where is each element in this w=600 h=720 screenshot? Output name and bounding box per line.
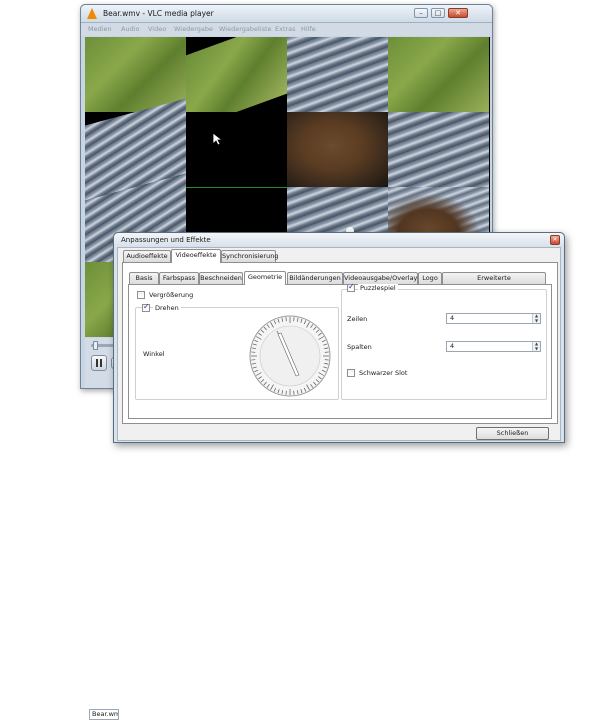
rows-label: Zeilen	[347, 315, 367, 323]
angle-label: Winkel	[143, 350, 165, 358]
subtab-beschneiden[interactable]: Beschneiden	[199, 272, 243, 284]
maximize-icon: □	[432, 9, 444, 17]
dialog-close-button[interactable]: ✕	[550, 235, 560, 245]
effects-dialog: Anpassungen und Effekte ✕ Audioeffekte V…	[113, 232, 565, 443]
geometrie-panel: Vergrößerung Drehen Winkel Puzzlespiel	[128, 284, 552, 419]
tab-synchronisierung[interactable]: Synchronisierung	[221, 250, 276, 262]
vlc-cone-icon	[87, 8, 97, 19]
puzzle-label: Puzzlespiel	[358, 284, 398, 292]
puzzle-tile	[85, 37, 186, 112]
black-slot-checkbox[interactable]	[347, 369, 355, 377]
subtab-geometrie[interactable]: Geometrie	[244, 271, 286, 285]
minimize-button[interactable]: –	[414, 8, 428, 18]
subtab-erweiterte-videofiltersteuerungen[interactable]: Erweiterte Videofiltersteuerungen	[442, 272, 546, 284]
maximize-button[interactable]: □	[431, 8, 445, 18]
close-icon: ✕	[449, 9, 467, 17]
vlc-titlebar[interactable]: Bear.wmv - VLC media player – □ ✕	[81, 5, 492, 23]
cols-label: Spalten	[347, 343, 372, 351]
puzzle-tile	[388, 37, 489, 112]
puzzle-tile	[287, 37, 388, 112]
menu-extras[interactable]: Extras	[275, 25, 296, 33]
videoeffekte-panel: Basis Farbspass Beschneiden Geometrie Bi…	[122, 262, 558, 424]
seek-handle[interactable]	[93, 341, 98, 350]
close-icon: ✕	[552, 236, 557, 243]
pause-button[interactable]	[91, 355, 107, 371]
dialog-body: Audioeffekte Videoeffekte Synchronisieru…	[117, 247, 561, 441]
angle-dial[interactable]	[247, 313, 333, 399]
subtab-logo[interactable]: Logo	[418, 272, 442, 284]
pause-icon	[92, 356, 106, 370]
magnify-label: Vergrößerung	[149, 291, 193, 299]
rows-spinbox[interactable]: 4 ▲▼	[446, 313, 541, 324]
cols-spinbox[interactable]: 4 ▲▼	[446, 341, 541, 352]
mouse-cursor-icon	[213, 133, 222, 146]
black-slot-label: Schwarzer Slot	[359, 369, 407, 377]
cols-value: 4	[450, 342, 454, 350]
close-dialog-button[interactable]: Schließen	[476, 427, 549, 440]
puzzle-tile	[287, 112, 388, 187]
dialog-title: Anpassungen und Effekte	[121, 236, 211, 244]
menu-hilfe[interactable]: Hilfe	[301, 25, 316, 33]
puzzle-tile	[186, 112, 287, 187]
tab-videoeffekte[interactable]: Videoeffekte	[171, 249, 221, 263]
menubar: Medien Audio Video Wiedergabe Wiedergabe…	[81, 23, 492, 36]
puzzle-tile	[388, 112, 489, 187]
subtab-farbspass[interactable]: Farbspass	[159, 272, 199, 284]
rows-value: 4	[450, 314, 454, 322]
status-filename: Bear.wmv	[89, 709, 119, 720]
menu-video[interactable]: Video	[148, 25, 166, 33]
puzzle-checkbox[interactable]	[347, 284, 355, 292]
magnify-checkbox[interactable]	[137, 291, 145, 299]
dialog-titlebar[interactable]: Anpassungen und Effekte ✕	[114, 233, 564, 247]
menu-wiedergabeliste[interactable]: Wiedergabeliste	[219, 25, 272, 33]
menu-wiedergabe[interactable]: Wiedergabe	[174, 25, 213, 33]
subtab-bildaenderungen[interactable]: Bildänderungen	[287, 272, 343, 284]
subtab-basis[interactable]: Basis	[129, 272, 159, 284]
minimize-icon: –	[415, 9, 427, 17]
spin-arrows-icon[interactable]: ▲▼	[532, 314, 540, 323]
tab-audioeffekte[interactable]: Audioeffekte	[123, 250, 171, 262]
menu-audio[interactable]: Audio	[121, 25, 139, 33]
rotate-checkbox[interactable]	[142, 304, 150, 312]
close-button[interactable]: ✕	[448, 8, 468, 18]
menu-medien[interactable]: Medien	[88, 25, 112, 33]
window-title: Bear.wmv - VLC media player	[103, 9, 214, 18]
spin-arrows-icon[interactable]: ▲▼	[532, 342, 540, 351]
rotate-label: Drehen	[153, 304, 181, 312]
